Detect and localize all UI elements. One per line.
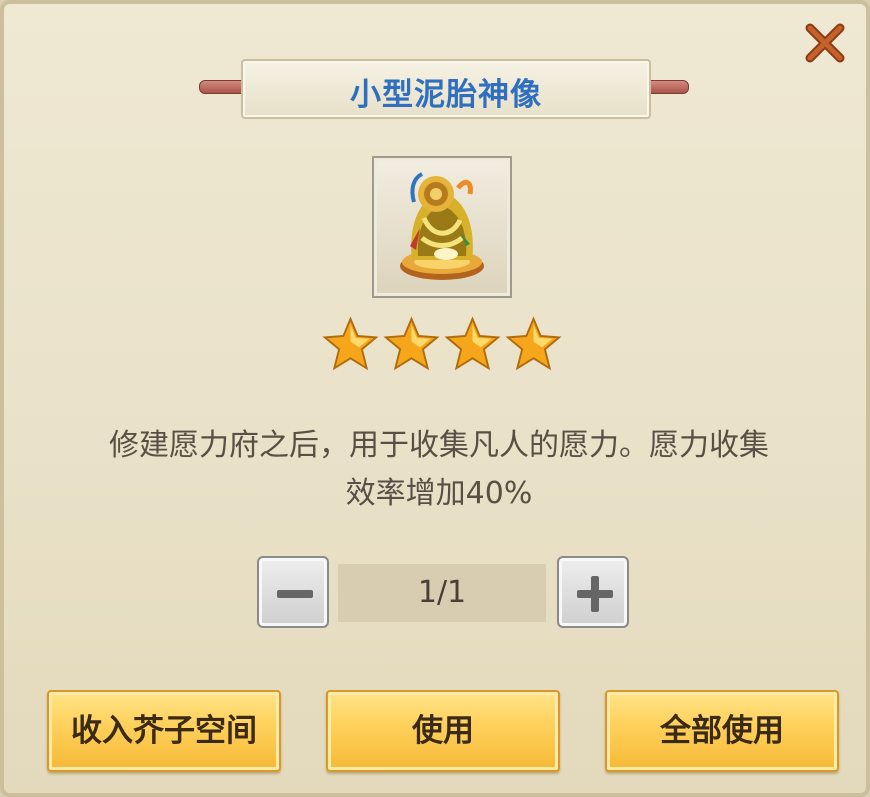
star-rating <box>322 316 562 374</box>
decrease-quantity-button[interactable] <box>257 556 329 628</box>
quantity-display: 1/1 <box>338 564 546 622</box>
description-line-2: 效率增加40% <box>345 476 533 511</box>
star-icon <box>383 316 440 371</box>
item-title: 小型泥胎神像 <box>350 77 542 113</box>
store-in-space-button[interactable]: 收入芥子空间 <box>47 690 281 772</box>
increase-quantity-button[interactable] <box>557 556 629 628</box>
use-button[interactable]: 使用 <box>326 690 560 772</box>
item-description: 修建愿力府之后，用于收集凡人的愿力。愿力收集 效率增加40% <box>44 422 834 518</box>
star-icon <box>322 316 379 371</box>
item-icon-frame <box>372 156 512 298</box>
close-icon[interactable] <box>804 22 846 64</box>
title-banner: 小型泥胎神像 <box>199 59 689 119</box>
title-plate: 小型泥胎神像 <box>241 59 651 119</box>
minus-icon <box>277 590 313 598</box>
star-icon <box>444 316 501 371</box>
clay-statue-icon <box>400 172 484 280</box>
description-line-1: 修建愿力府之后，用于收集凡人的愿力。愿力收集 <box>109 428 769 463</box>
item-dialog: 小型泥胎神像 修建愿力府之后，用于收集凡人的愿力。愿力收集 效率增加40% 1/… <box>0 0 870 797</box>
star-icon <box>505 316 562 371</box>
use-all-button[interactable]: 全部使用 <box>605 690 839 772</box>
